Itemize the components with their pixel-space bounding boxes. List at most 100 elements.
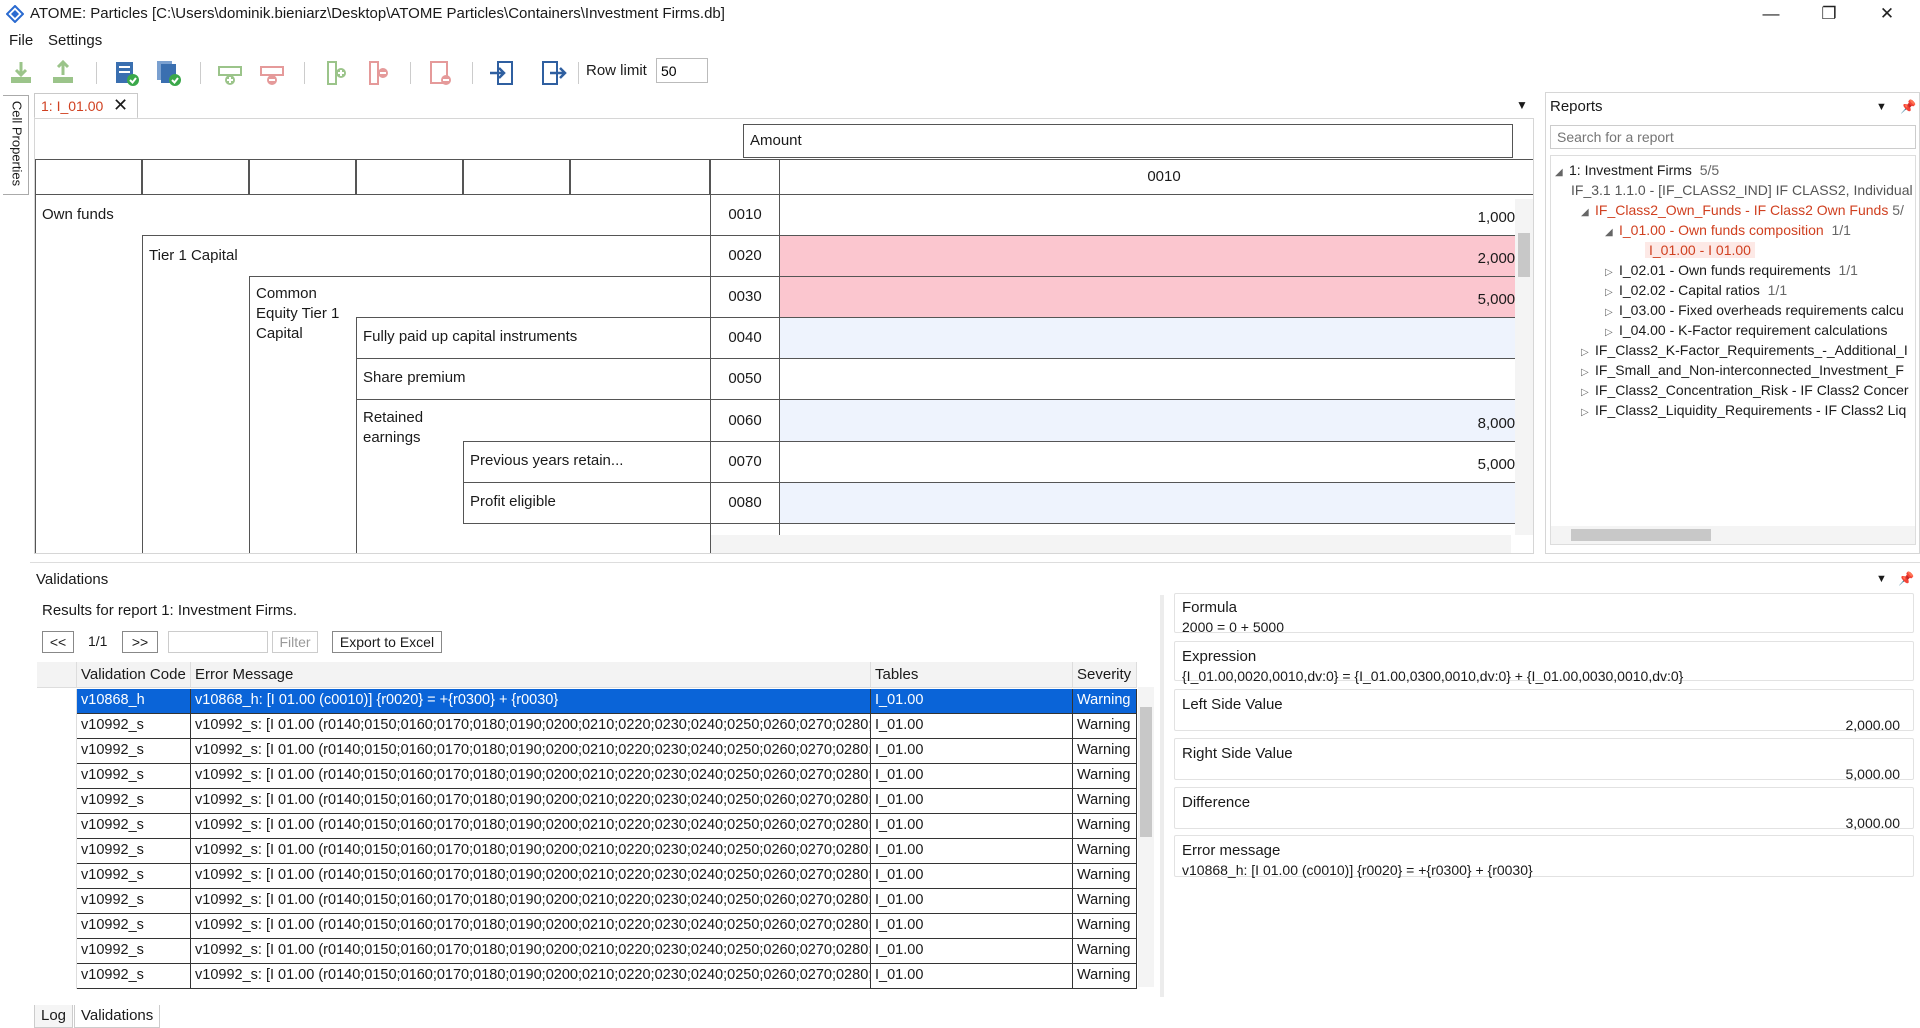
add-row-icon[interactable] [216,59,244,87]
table-row[interactable]: v10992_s v10992_s: [I 01.00 (r0140;0150;0… [37,889,1137,914]
minimize-button[interactable]: — [1742,0,1800,30]
exit-package-icon[interactable] [540,59,568,87]
value-cell[interactable] [779,317,1533,359]
row-selector[interactable] [37,689,77,714]
header-filter-3[interactable] [249,159,356,195]
row-selector[interactable] [37,914,77,939]
tree-node-investment-firms[interactable]: ◢ 1: Investment Firms 5/5 [1555,162,1719,178]
import-icon[interactable] [7,59,35,87]
row-selector[interactable] [37,889,77,914]
header-filter-2[interactable] [142,159,249,195]
row-selector[interactable] [37,739,77,764]
remove-column-icon[interactable] [364,59,392,87]
row-limit-label: Row limit [586,62,647,79]
tab-validations[interactable]: Validations [74,1005,161,1028]
document-tab[interactable]: 1: I_01.00 ✕ [34,93,138,119]
error-message-label: Error message [1182,842,1281,859]
next-page-button[interactable]: >> [122,631,158,653]
panel-menu-icon[interactable]: ▼ [1876,573,1887,585]
value-cell[interactable] [779,358,1533,400]
row-limit-input[interactable] [656,58,708,83]
table-row[interactable]: v10992_s v10992_s: [I 01.00 (r0140;0150;0… [37,739,1137,764]
table-row[interactable]: v10992_s v10992_s: [I 01.00 (r0140;0150;0… [37,789,1137,814]
table-row[interactable]: v10992_s v10992_s: [I 01.00 (r0140;0150;0… [37,939,1137,964]
tab-list-dropdown-icon[interactable]: ▼ [1516,98,1528,112]
panel-menu-icon[interactable]: ▼ [1876,101,1887,113]
validate-icon[interactable] [112,59,140,87]
tree-node-taxonomy[interactable]: IF_3.1 1.1.0 - [IF_CLASS2_IND] IF CLASS2… [1571,182,1913,198]
row-selector[interactable] [37,789,77,814]
value-cell[interactable]: 5,000.00 [779,441,1533,483]
column-header[interactable]: Validation Code [77,662,191,688]
tree-node-concentration[interactable]: ▷ IF_Class2_Concentration_Risk - IF Class… [1581,382,1909,398]
tree-node-i0400[interactable]: ▷ I_04.00 - K-Factor requirement calculat… [1605,322,1887,338]
grid-vertical-scrollbar[interactable] [1515,199,1533,535]
tree-node-i0100[interactable]: ◢ I_01.00 - Own funds composition 1/1 [1605,222,1851,238]
header-filter-6[interactable] [570,159,710,195]
scrollbar-thumb[interactable] [1518,233,1530,277]
value-cell-error[interactable]: 2,000.00 [779,235,1533,277]
row-selector[interactable] [37,864,77,889]
value-cell[interactable] [779,482,1533,524]
header-filter-5[interactable] [463,159,570,195]
tree-node-i0300[interactable]: ▷ I_03.00 - Fixed overheads requirements … [1605,302,1904,318]
table-row[interactable]: v10992_s v10992_s: [I 01.00 (r0140;0150;0… [37,764,1137,789]
tree-node-kfactor[interactable]: ▷ IF_Class2_K-Factor_Requirements_-_Addit… [1581,342,1908,358]
tree-node-liquidity[interactable]: ▷ IF_Class2_Liquidity_Requirements - IF C… [1581,402,1906,418]
menu-file[interactable]: File [9,32,33,49]
tree-node-i0100-sheet[interactable]: I_01.00 - I 01.00 [1645,242,1755,258]
prev-page-button[interactable]: << [42,631,74,653]
table-cell: I_01.00 [871,714,1073,739]
maximize-button[interactable]: ❐ [1800,0,1858,30]
row-selector[interactable] [37,839,77,864]
row-selector[interactable] [37,814,77,839]
value-cell-error[interactable]: 5,000.00 [779,276,1533,318]
column-header[interactable]: Tables [871,662,1073,688]
open-package-icon[interactable] [488,59,516,87]
filter-input[interactable] [168,631,268,653]
tree-horizontal-scrollbar[interactable] [1551,526,1915,544]
grid-horizontal-scrollbar[interactable] [711,535,1511,553]
validations-vertical-scrollbar[interactable] [1138,687,1154,987]
close-tab-icon[interactable]: ✕ [113,95,128,116]
report-search-input[interactable] [1550,125,1916,149]
splitter[interactable] [1160,595,1164,997]
tree-node-small[interactable]: ▷ IF_Small_and_Non-interconnected_Investm… [1581,362,1904,378]
header-filter-1[interactable] [35,159,142,195]
row-selector[interactable] [37,939,77,964]
scrollbar-thumb[interactable] [1140,707,1152,837]
remove-row-icon[interactable] [258,59,286,87]
table-row[interactable]: v10992_s v10992_s: [I 01.00 (r0140;0150;0… [37,914,1137,939]
export-icon[interactable] [49,59,77,87]
table-row[interactable]: v10992_s v10992_s: [I 01.00 (r0140;0150;0… [37,839,1137,864]
tree-node-own-funds[interactable]: ◢ IF_Class2_Own_Funds - IF Class2 Own Fun… [1581,202,1904,218]
filter-button[interactable]: Filter [272,631,318,653]
close-window-button[interactable]: ✕ [1858,0,1916,30]
right-side-value: 5,000.00 [1845,766,1901,782]
row-selector[interactable] [37,764,77,789]
column-header[interactable]: Severity [1073,662,1137,688]
pin-icon[interactable]: 📌 [1898,571,1914,587]
row-selector[interactable] [37,964,77,989]
header-filter-4[interactable] [356,159,463,195]
tree-node-i0202[interactable]: ▷ I_02.02 - Capital ratios 1/1 [1605,282,1787,298]
menu-settings[interactable]: Settings [48,32,102,49]
table-row[interactable]: v10868_h v10868_h: [I 01.00 (c0010)] {r00… [37,689,1137,714]
scrollbar-thumb[interactable] [1571,529,1711,541]
column-header[interactable]: Error Message [191,662,871,688]
tree-node-i0201[interactable]: ▷ I_02.01 - Own funds requirements 1/1 [1605,262,1858,278]
delete-sheet-icon[interactable] [426,59,454,87]
pin-icon[interactable]: 📌 [1900,99,1916,115]
table-row[interactable]: v10992_s v10992_s: [I 01.00 (r0140;0150;0… [37,964,1137,989]
value-cell[interactable]: 1,000.00 [779,194,1533,236]
cell-properties-tab[interactable]: Cell Properties [3,95,29,195]
value-cell[interactable]: 8,000.00 [779,399,1533,442]
row-selector[interactable] [37,714,77,739]
table-row[interactable]: v10992_s v10992_s: [I 01.00 (r0140;0150;0… [37,714,1137,739]
tab-log[interactable]: Log [34,1005,74,1028]
table-row[interactable]: v10992_s v10992_s: [I 01.00 (r0140;0150;0… [37,864,1137,889]
add-column-icon[interactable] [322,59,350,87]
export-excel-button[interactable]: Export to Excel [332,631,442,653]
table-row[interactable]: v10992_s v10992_s: [I 01.00 (r0140;0150;0… [37,814,1137,839]
validate-all-icon[interactable] [154,59,182,87]
